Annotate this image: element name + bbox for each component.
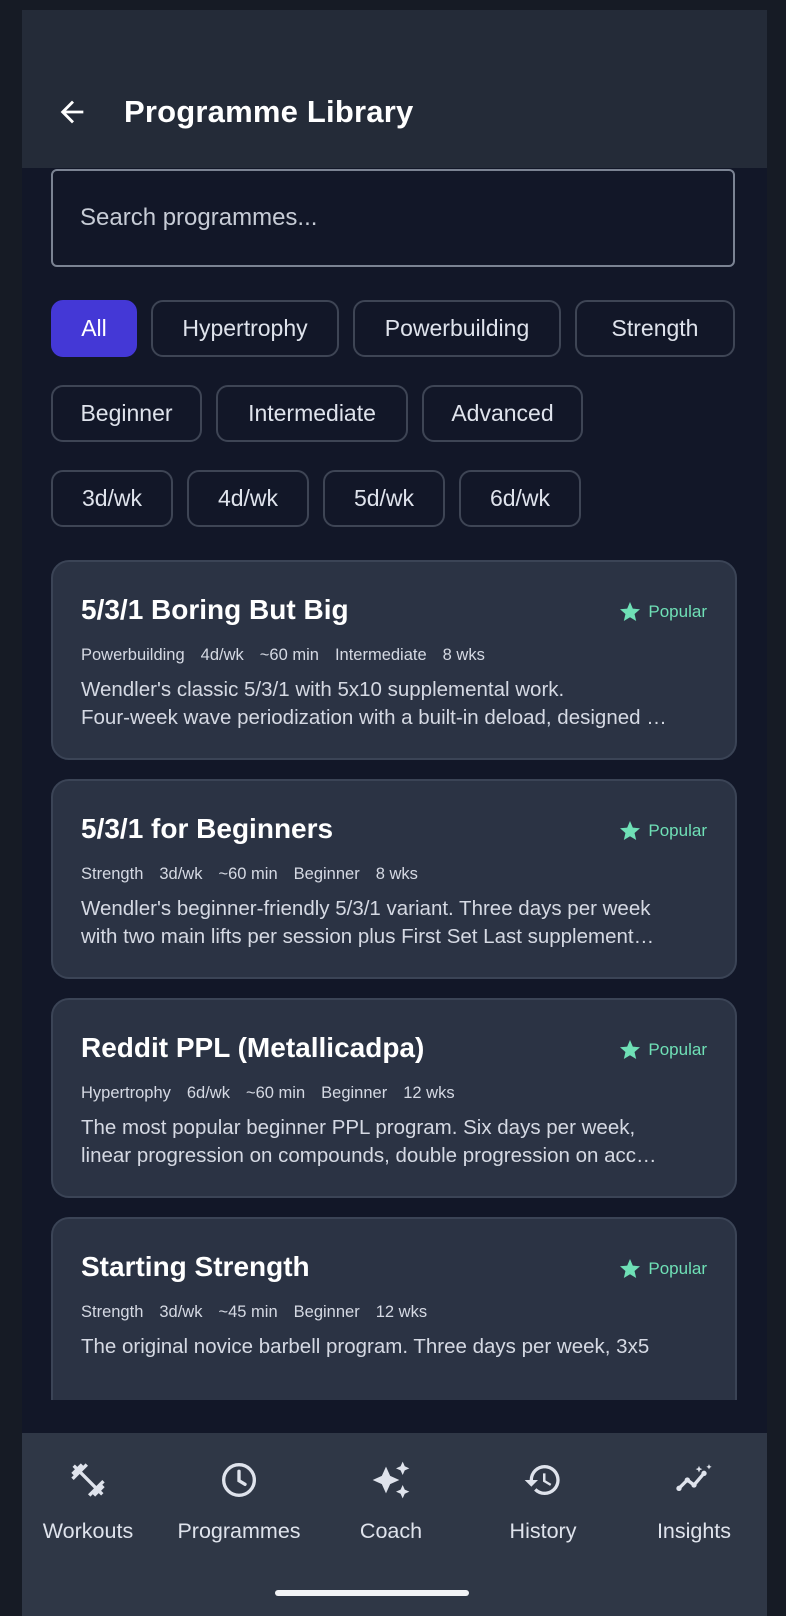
meta-category: Strength — [81, 1303, 144, 1321]
star-icon — [620, 821, 641, 840]
sparkles-icon — [371, 1457, 411, 1503]
nav-workouts[interactable]: Workouts — [22, 1457, 163, 1547]
star-icon — [620, 1259, 641, 1278]
meta-level: Beginner — [293, 1303, 360, 1321]
nav-label: Insights — [656, 1519, 732, 1543]
popular-badge: Popular — [618, 1038, 707, 1062]
meta-level: Beginner — [321, 1084, 388, 1102]
programme-card[interactable]: 5/3/1 Boring But Big Popular Powerbuildi… — [51, 560, 737, 760]
programme-meta: Strength 3d/wk ~60 min Beginner 8 wks — [81, 865, 434, 884]
programme-meta: Hypertrophy 6d/wk ~60 min Beginner 12 wk… — [81, 1084, 471, 1103]
programme-card[interactable]: Starting Strength Popular Strength 3d/wk… — [51, 1217, 737, 1400]
meta-duration: ~60 min — [245, 1084, 306, 1102]
description-line: with two main lifts per session plus Fir… — [81, 925, 655, 948]
meta-length: 8 wks — [442, 646, 485, 664]
popular-badge: Popular — [618, 1257, 707, 1281]
back-button[interactable] — [50, 90, 94, 134]
programme-title: 5/3/1 Boring But Big — [81, 594, 349, 625]
star-icon — [620, 602, 641, 621]
filter-chip-all[interactable]: All — [51, 300, 137, 357]
nav-history[interactable]: History — [468, 1457, 618, 1547]
filter-chip-3d[interactable]: 3d/wk — [51, 470, 173, 527]
filter-chip-beginner[interactable]: Beginner — [51, 385, 202, 442]
programme-title: Reddit PPL (Metallicadpa) — [81, 1032, 425, 1063]
meta-length: 8 wks — [375, 865, 418, 883]
description-line: The most popular beginner PPL program. S… — [81, 1116, 636, 1139]
meta-length: 12 wks — [403, 1084, 455, 1102]
meta-frequency: 3d/wk — [159, 1303, 203, 1321]
app-screen: Programme Library All Hypertrophy Powerb… — [22, 10, 767, 1616]
meta-frequency: 3d/wk — [159, 865, 203, 883]
badge-label: Popular — [648, 602, 707, 621]
nav-coach[interactable]: Coach — [316, 1457, 466, 1547]
meta-frequency: 6d/wk — [186, 1084, 230, 1102]
meta-category: Powerbuilding — [81, 646, 185, 664]
top-app-bar: Programme Library — [22, 10, 767, 168]
filter-chip-hypertrophy[interactable]: Hypertrophy — [151, 300, 339, 357]
nav-label: Programmes — [177, 1519, 301, 1543]
meta-length: 12 wks — [375, 1303, 428, 1321]
meta-duration: ~60 min — [259, 646, 319, 664]
filter-chip-strength[interactable]: Strength — [575, 300, 735, 357]
programme-meta: Strength 3d/wk ~45 min Beginner 12 wks — [81, 1303, 443, 1322]
nav-insights[interactable]: Insights — [619, 1457, 767, 1547]
badge-label: Popular — [648, 1040, 707, 1059]
description-line: Wendler's classic 5/3/1 with 5x10 supple… — [81, 678, 565, 701]
filter-chip-advanced[interactable]: Advanced — [422, 385, 583, 442]
programme-card[interactable]: Reddit PPL (Metallicadpa) Popular Hypert… — [51, 998, 737, 1198]
dumbbell-icon — [68, 1457, 108, 1503]
programme-description: The most popular beginner PPL program. S… — [81, 1114, 711, 1170]
filter-chip-6d[interactable]: 6d/wk — [459, 470, 581, 527]
badge-label: Popular — [648, 821, 707, 840]
programme-card[interactable]: 5/3/1 for Beginners Popular Strength 3d/… — [51, 779, 737, 979]
meta-duration: ~45 min — [218, 1303, 278, 1321]
meta-category: Hypertrophy — [81, 1084, 171, 1102]
programme-description: The original novice barbell program. Thr… — [81, 1333, 711, 1361]
home-indicator[interactable] — [275, 1590, 469, 1596]
nav-label: Workouts — [42, 1519, 134, 1543]
programme-title: Starting Strength — [81, 1251, 310, 1282]
bottom-navigation: Workouts Programmes Coach History Insigh… — [22, 1433, 767, 1616]
description-line: Wendler's beginner-friendly 5/3/1 varian… — [81, 897, 651, 920]
history-icon — [523, 1457, 563, 1503]
filter-chip-4d[interactable]: 4d/wk — [187, 470, 309, 527]
programme-description: Wendler's classic 5/3/1 with 5x10 supple… — [81, 676, 711, 732]
programme-list[interactable]: 5/3/1 Boring But Big Popular Powerbuildi… — [22, 560, 767, 1400]
filter-chip-powerbuilding[interactable]: Powerbuilding — [353, 300, 561, 357]
programme-title: 5/3/1 for Beginners — [81, 813, 334, 844]
meta-frequency: 4d/wk — [200, 646, 244, 664]
programme-description: Wendler's beginner-friendly 5/3/1 varian… — [81, 895, 711, 951]
search-field[interactable] — [51, 169, 735, 267]
popular-badge: Popular — [618, 819, 707, 843]
page-title: Programme Library — [124, 94, 414, 129]
description-line: Four-week wave periodization with a buil… — [81, 706, 667, 729]
filter-chip-intermediate[interactable]: Intermediate — [216, 385, 408, 442]
nav-label: Coach — [359, 1519, 423, 1543]
meta-level: Beginner — [293, 865, 360, 883]
clock-icon — [219, 1457, 259, 1503]
meta-level: Intermediate — [334, 646, 427, 664]
search-input[interactable] — [53, 171, 733, 265]
nav-label: History — [509, 1519, 577, 1543]
badge-label: Popular — [648, 1259, 707, 1278]
description-line: linear progression on compounds, double … — [81, 1144, 657, 1167]
programme-meta: Powerbuilding 4d/wk ~60 min Intermediate… — [81, 646, 501, 665]
description-line: The original novice barbell program. Thr… — [81, 1335, 650, 1358]
meta-category: Strength — [81, 865, 144, 883]
arrow-left-icon — [60, 100, 84, 124]
nav-programmes[interactable]: Programmes — [164, 1457, 314, 1547]
filter-chip-5d[interactable]: 5d/wk — [323, 470, 445, 527]
meta-duration: ~60 min — [218, 865, 278, 883]
insights-icon — [674, 1457, 714, 1503]
star-icon — [620, 1040, 641, 1059]
popular-badge: Popular — [618, 600, 707, 624]
